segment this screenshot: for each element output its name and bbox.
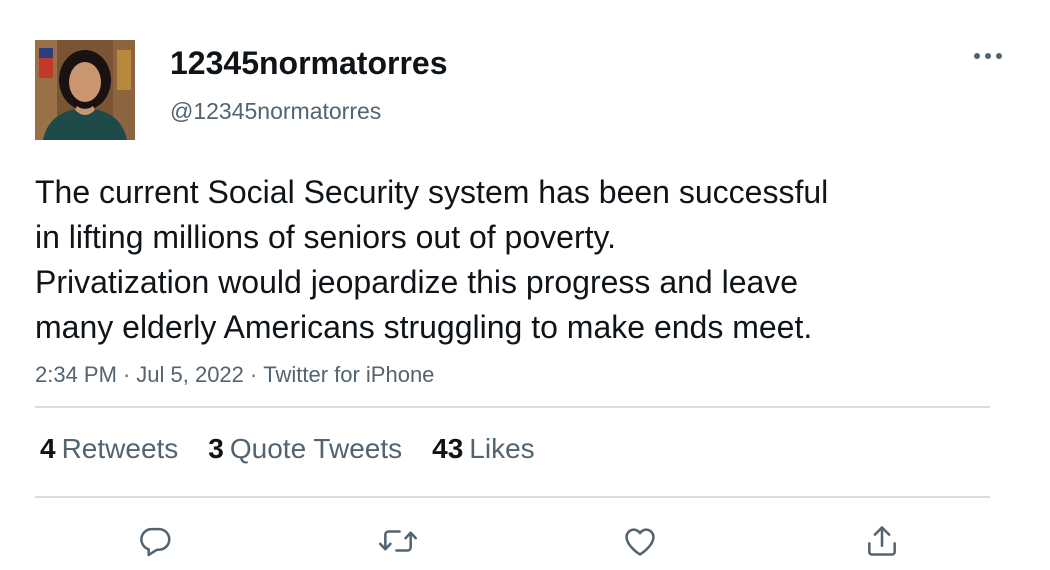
avatar-photo [35,40,135,140]
divider [35,406,990,408]
tweet-date[interactable]: Jul 5, 2022 [136,362,244,387]
reply-icon [140,527,171,557]
share-icon [868,526,896,556]
divider [35,496,990,498]
share-button[interactable] [857,516,907,566]
separator: · [249,362,258,387]
tweet-text-line: Privatization would jeopardize this prog… [35,264,799,300]
quote-tweets-stat[interactable]: 3 Quote Tweets [208,430,402,468]
heart-icon [625,528,655,556]
more-options-button[interactable] [966,42,1010,70]
engagement-stats: 4 Retweets 3 Quote Tweets 43 Likes [40,430,535,468]
avatar[interactable] [35,40,135,140]
action-bar [0,516,1050,566]
tweet-text-line: many elderly Americans struggling to mak… [35,309,813,345]
retweets-count: 4 [40,433,56,464]
tweet-time[interactable]: 2:34 PM [35,362,117,387]
tweet-text-line: The current Social Security system has b… [35,174,829,210]
quote-tweets-label: Quote Tweets [229,433,403,464]
display-name[interactable]: 12345normatorres [170,44,447,82]
tweet-text: The current Social Security system has b… [35,170,995,350]
tweet-metadata: 2:34 PM · Jul 5, 2022 · Twitter for iPhone [35,360,434,390]
likes-stat[interactable]: 43 Likes [432,430,535,468]
like-button[interactable] [615,516,665,566]
likes-label: Likes [469,433,535,464]
tweet-text-line: in lifting millions of seniors out of po… [35,219,616,255]
retweets-stat[interactable]: 4 Retweets [40,430,178,468]
quote-tweets-count: 3 [208,433,224,464]
more-horizontal-icon [974,53,1002,59]
separator: · [122,362,131,387]
likes-count: 43 [432,433,464,464]
retweet-button[interactable] [373,516,423,566]
retweet-icon [379,530,417,552]
user-handle[interactable]: @12345normatorres [170,96,381,126]
tweet-source[interactable]: Twitter for iPhone [263,362,434,387]
reply-button[interactable] [130,516,180,566]
retweets-label: Retweets [61,433,179,464]
